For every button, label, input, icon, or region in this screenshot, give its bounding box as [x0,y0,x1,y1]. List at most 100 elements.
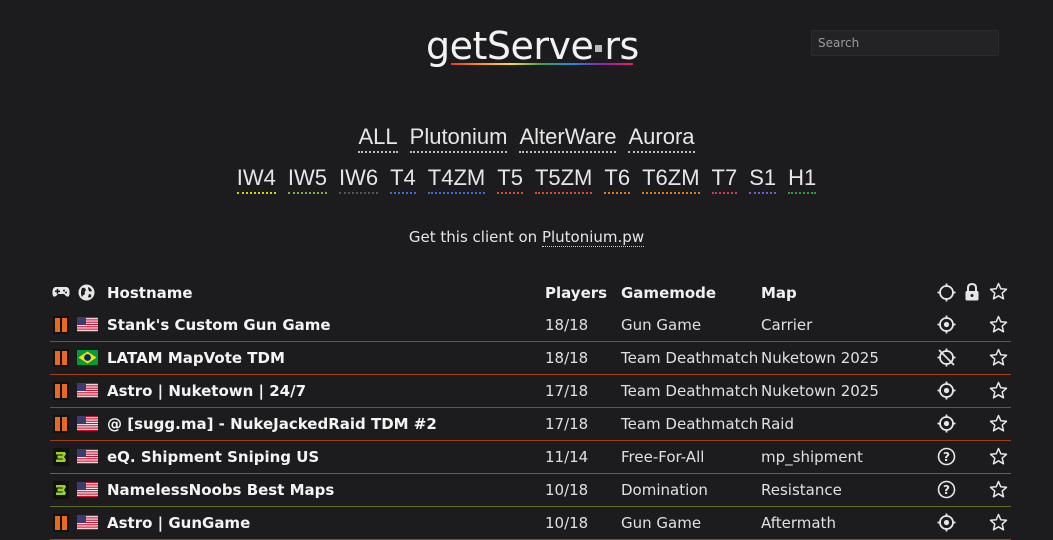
search-input[interactable] [811,30,999,56]
nav-game-t4[interactable]: T4 [390,165,416,194]
svg-text:?: ? [943,483,950,497]
question-icon: ? [937,447,956,466]
cell-gamemode: Team Deathmatch [621,415,759,433]
gamepad-icon [52,287,70,297]
nav-game-t4zm[interactable]: T4ZM [427,165,486,194]
flag-us-icon [77,416,98,431]
nav-client-plutonium[interactable]: Plutonium [409,124,508,153]
cell-map: Nuketown 2025 [761,349,879,367]
target-icon [937,414,956,433]
nav-game-iw6[interactable]: IW6 [338,165,379,194]
cell-players: 18/18 [545,349,589,367]
flag-us-icon [77,317,98,332]
target-icon [937,381,956,400]
cell-hostname[interactable]: LATAM MapVote TDM [107,342,285,374]
cell-gamemode: Free-For-All [621,448,705,466]
cell-players: 10/18 [545,481,589,499]
client-link[interactable]: Plutonium.pw [541,228,645,247]
cell-map: Carrier [761,316,813,334]
cell-hostname[interactable]: @ [sugg.ma] - NukeJackedRaid TDM #2 [107,408,437,440]
nav-game-s1[interactable]: S1 [749,165,777,194]
logo-dot [595,45,603,52]
favorite-star-icon[interactable] [989,513,1008,532]
svg-text:?: ? [943,450,950,464]
flag-br-icon [77,350,98,365]
cell-map: Resistance [761,481,842,499]
nav-game-t6zm[interactable]: T6ZM [642,165,700,194]
cell-map: Raid [761,415,794,433]
header-hostname[interactable]: Hostname [107,279,193,307]
table-row[interactable]: Stank's Custom Gun Game 18/18 Gun Game Carr… [50,309,1011,342]
flag-us-icon [77,383,98,398]
globe-icon [78,284,95,301]
cell-gamemode: Domination [621,481,708,499]
question-icon: ? [937,480,956,499]
favorite-star-icon[interactable] [989,480,1008,499]
cell-hostname[interactable]: Astro | GunGame [107,507,250,539]
bo2-icon [53,316,69,334]
bo2-icon [53,415,69,433]
target-off-icon [937,348,956,367]
bo2-icon [53,349,69,367]
cell-hostname[interactable]: Stank's Custom Gun Game [107,309,331,341]
target-icon [937,315,956,334]
table-row[interactable]: Astro | GunGame 10/18 Gun Game Aftermath [50,507,1011,540]
cell-hostname[interactable]: eQ. Shipment Sniping US [107,441,319,473]
logo-text-b: rs [604,24,639,68]
favorite-star-icon[interactable] [989,315,1008,334]
logo-text-a: getServe [426,24,594,68]
cell-hostname[interactable]: NamelessNoobs Best Maps [107,474,334,506]
table-row[interactable]: Astro | Nuketown | 24/7 17/18 Team Deathma… [50,375,1011,408]
table-row[interactable]: @ [sugg.ma] - NukeJackedRaid TDM #2 17/18… [50,408,1011,441]
server-table: Hostname Players Gamemode Map Stank's Cu… [50,279,1011,540]
table-row[interactable]: eQ. Shipment Sniping US 11/14 Free-For-All… [50,441,1011,474]
cell-gamemode: Team Deathmatch [621,349,759,367]
flag-us-icon [77,515,98,530]
bo2-icon [53,382,69,400]
game-nav: IW4 IW5 IW6 T4 T4ZM T5 T5ZM T6 T6ZM T7 S1 H1 [0,165,1053,194]
header-players[interactable]: Players [545,279,607,307]
nav-game-t5zm[interactable]: T5ZM [534,165,593,194]
logo-rainbow-underline [451,63,633,65]
favorite-star-icon[interactable] [989,447,1008,466]
cell-hostname[interactable]: Astro | Nuketown | 24/7 [107,375,306,407]
nav-client-alterware[interactable]: AlterWare [519,124,617,153]
table-row[interactable]: LATAM MapVote TDM 18/18 Team Deathmatch Nuk… [50,342,1011,375]
nav-client-all[interactable]: ALL [358,124,398,153]
nav-game-h1[interactable]: H1 [788,165,817,194]
bo2-icon [53,514,69,532]
nav-game-iw4[interactable]: IW4 [236,165,276,194]
nav-game-t5[interactable]: T5 [497,165,523,194]
crosshair-icon[interactable] [937,283,956,302]
nav-game-t7[interactable]: T7 [711,165,738,194]
client-nav: ALL Plutonium AlterWare Aurora [0,124,1053,153]
client-line: Get this client on Plutonium.pw [0,228,1053,247]
cell-gamemode: Team Deathmatch [621,382,759,400]
table-row[interactable]: NamelessNoobs Best Maps 10/18 Domination Re… [50,474,1011,507]
mw3-icon [53,481,69,499]
header-gamemode[interactable]: Gamemode [621,279,716,307]
favorite-star-icon[interactable] [989,414,1008,433]
cell-players: 11/14 [545,448,589,466]
nav-client-aurora[interactable]: Aurora [628,124,695,153]
nav-game-t6[interactable]: T6 [604,165,631,194]
cell-gamemode: Gun Game [621,514,702,532]
cell-gamemode: Gun Game [621,316,702,334]
favorite-star-icon[interactable] [989,348,1008,367]
star-icon[interactable] [989,282,1008,301]
cell-map: Aftermath [761,514,836,532]
target-icon [937,513,956,532]
table-body: Stank's Custom Gun Game 18/18 Gun Game Carr… [50,309,1011,540]
table-header: Hostname Players Gamemode Map [50,279,1011,309]
header-map[interactable]: Map [761,279,797,307]
flag-us-icon [77,449,98,464]
favorite-star-icon[interactable] [989,381,1008,400]
cell-players: 10/18 [545,514,589,532]
nav-game-iw5[interactable]: IW5 [287,165,327,194]
lock-icon[interactable] [964,283,980,301]
cell-players: 18/18 [545,316,589,334]
cell-map: Nuketown 2025 [761,382,879,400]
client-line-prefix: Get this client on [408,228,542,246]
flag-us-icon [77,482,98,497]
mw3-icon [53,448,69,466]
